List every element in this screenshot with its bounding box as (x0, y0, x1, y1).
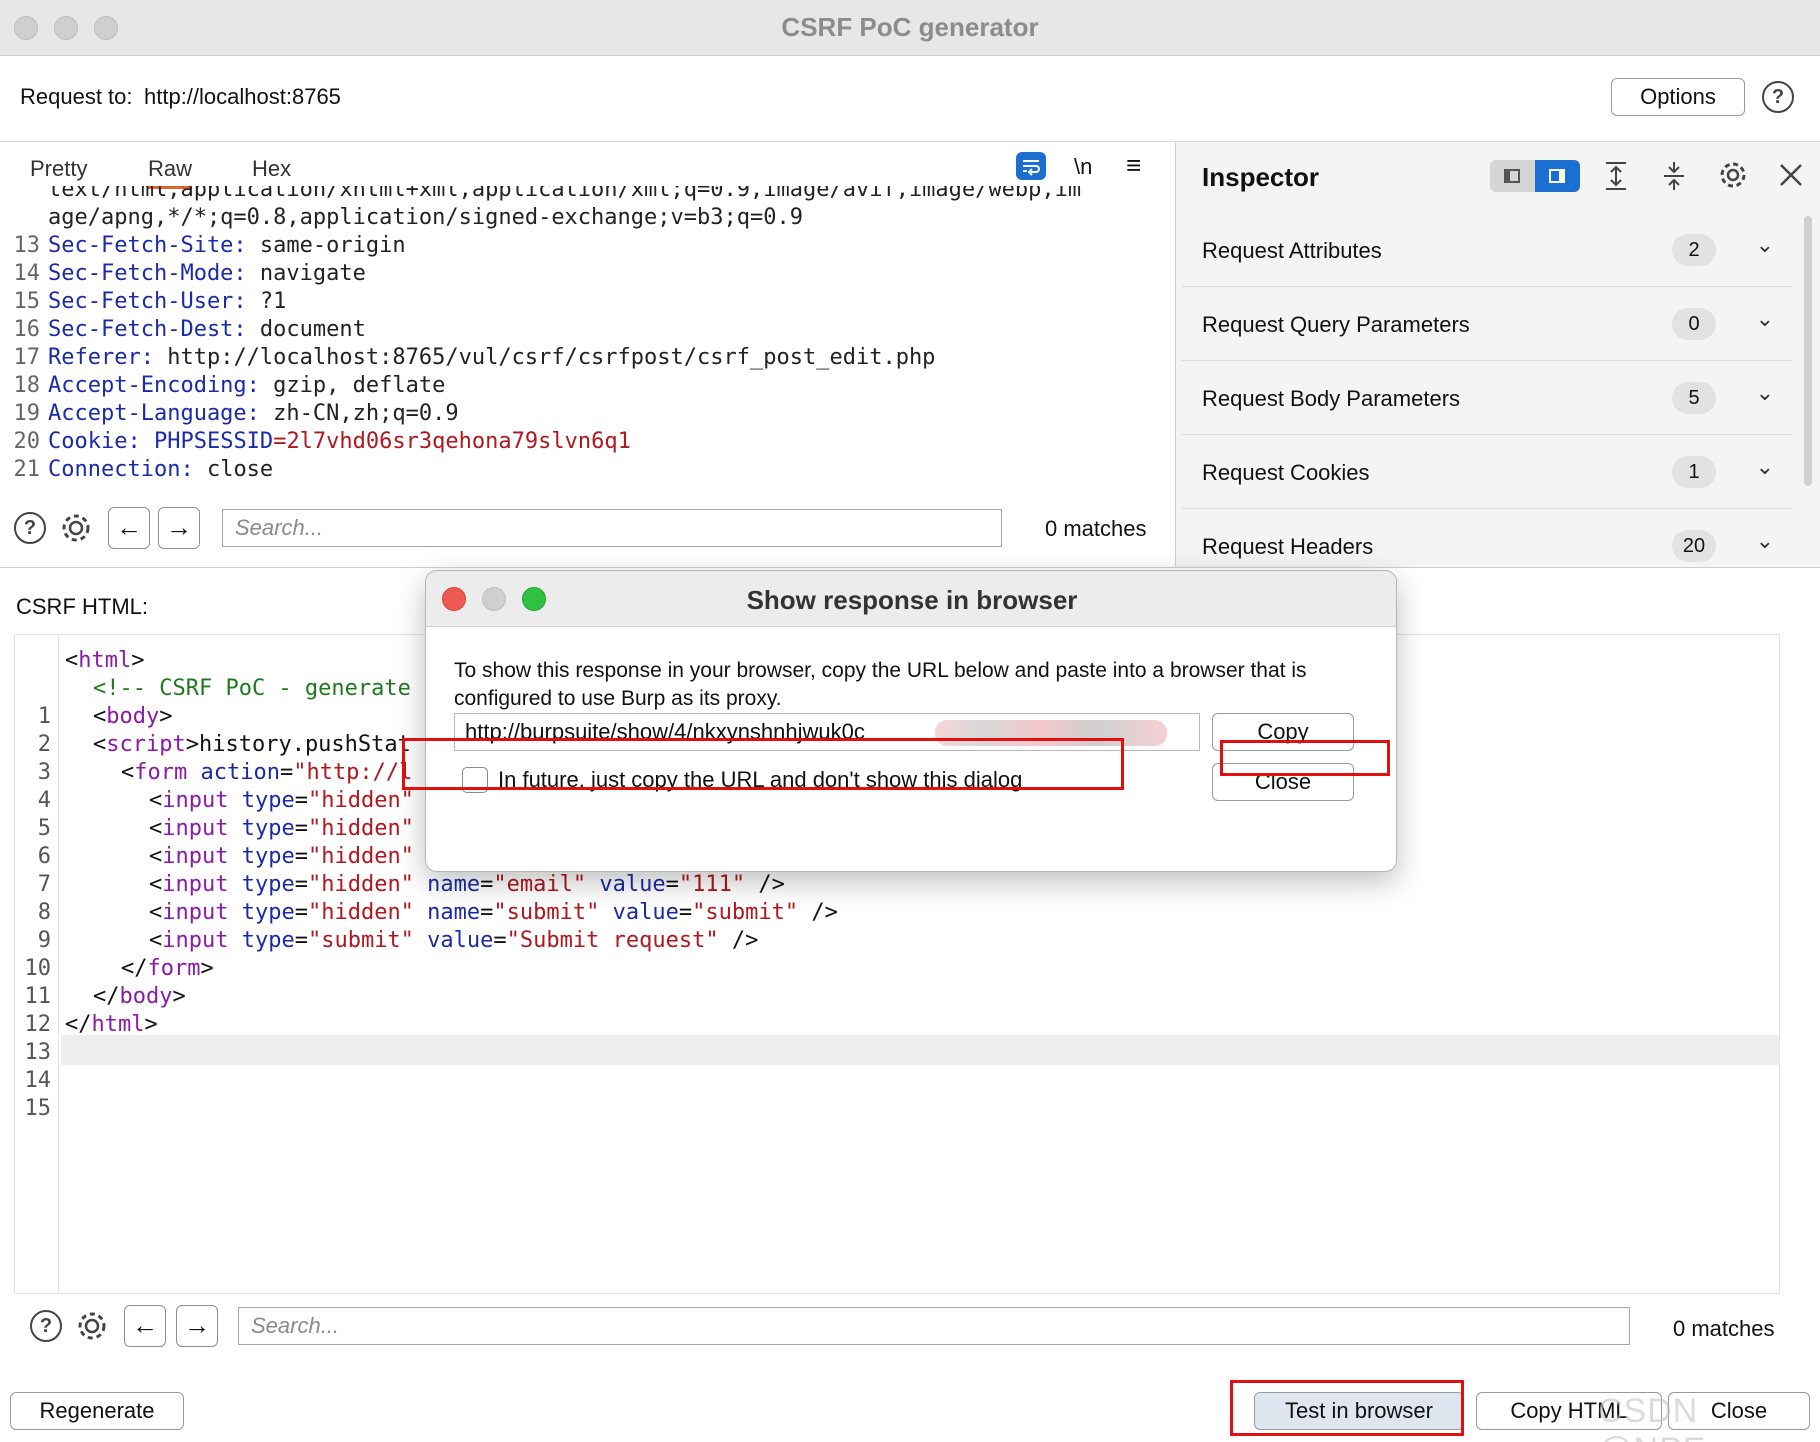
request-code-view[interactable]: text/html,application/xhtml+xml,applicat… (0, 186, 1156, 508)
code-line: <input type="hidden" (149, 788, 414, 813)
expand-all-icon[interactable] (1602, 160, 1630, 192)
close-icon[interactable] (1776, 160, 1806, 190)
inspector-row-request-attributes[interactable]: Request Attributes 2 ⌄ (1182, 214, 1792, 287)
bottom-button-bar: Regenerate Test in browser Copy HTML Clo… (0, 1370, 1820, 1442)
request-editor-panel: Pretty Raw Hex \n ≡ text/html,applicatio… (0, 142, 1176, 567)
count-badge: 0 (1672, 308, 1716, 340)
code-line: <input type="hidden" name="email" value=… (149, 872, 785, 897)
inspector-panel: Inspector Request Attributes 2 ⌄ Request Q… (1176, 142, 1820, 567)
request-matches-count: 0 matches (1045, 516, 1147, 541)
layout-right-icon[interactable] (1535, 160, 1580, 192)
highlight-box-copy (1220, 740, 1390, 776)
menu-icon[interactable]: ≡ (1126, 150, 1141, 181)
help-icon[interactable]: ? (30, 1310, 62, 1342)
inspector-row-headers[interactable]: Request Headers 20 ⌄ (1182, 510, 1792, 567)
chevron-down-icon[interactable]: ⌄ (1756, 454, 1774, 480)
count-badge: 5 (1672, 382, 1716, 414)
inspector-row-cookies[interactable]: Request Cookies 1 ⌄ (1182, 436, 1792, 509)
gear-icon[interactable] (58, 510, 94, 546)
code-line: <body> (93, 704, 173, 729)
code-line: <input type="hidden" (149, 816, 414, 841)
layout-left-icon[interactable] (1490, 160, 1535, 192)
inspector-title: Inspector (1202, 162, 1320, 192)
highlight-box-url (402, 738, 1124, 790)
gear-icon[interactable] (74, 1308, 110, 1344)
dialog-titlebar: Show response in browser (426, 571, 1396, 627)
request-bar: Request to: http://localhost:8765 Option… (0, 56, 1820, 142)
previous-match-button[interactable]: ← (124, 1305, 166, 1347)
count-badge: 1 (1672, 456, 1716, 488)
next-match-button[interactable]: → (158, 507, 200, 549)
help-icon[interactable]: ? (14, 512, 46, 544)
highlight-box-test-in-browser (1230, 1380, 1464, 1436)
settings-icon[interactable] (1716, 158, 1750, 192)
regenerate-button[interactable]: Regenerate (10, 1392, 184, 1430)
code-line: </html> (65, 1012, 158, 1037)
window-title: CSRF PoC generator (781, 12, 1039, 42)
code-line: <script>history.pushStat (93, 732, 411, 757)
html-matches-count: 0 matches (1673, 1316, 1775, 1341)
collapse-all-icon[interactable] (1660, 160, 1688, 192)
request-to-label: Request to: (20, 84, 133, 109)
tab-raw[interactable]: Raw (148, 156, 193, 189)
help-icon[interactable]: ? (1762, 81, 1794, 113)
tab-pretty[interactable]: Pretty (30, 156, 87, 182)
inspector-row-body-parameters[interactable]: Request Body Parameters 5 ⌄ (1182, 362, 1792, 435)
csrf-html-label: CSRF HTML: (16, 594, 148, 619)
chevron-down-icon[interactable]: ⌄ (1756, 306, 1774, 332)
inspector-row-query-parameters[interactable]: Request Query Parameters 0 ⌄ (1182, 288, 1792, 361)
newline-icon[interactable]: \n (1074, 154, 1092, 180)
tab-hex[interactable]: Hex (252, 156, 291, 182)
options-button[interactable]: Options (1611, 78, 1745, 116)
current-line-highlight (61, 1035, 1779, 1065)
dialog-title: Show response in browser (746, 585, 1078, 615)
code-line: <input type="submit" value="Submit reque… (149, 928, 759, 953)
code-line: <input type="hidden" (149, 844, 414, 869)
chevron-down-icon[interactable]: ⌄ (1756, 232, 1774, 258)
window-titlebar: CSRF PoC generator (0, 0, 1820, 56)
pane-divider[interactable] (0, 567, 1820, 568)
html-search-input[interactable]: Search... (238, 1307, 1630, 1345)
chevron-down-icon[interactable]: ⌄ (1756, 380, 1774, 406)
previous-match-button[interactable]: ← (108, 507, 150, 549)
dialog-message: To show this response in your browser, c… (454, 659, 1307, 710)
request-url: http://localhost:8765 (144, 84, 341, 109)
wrap-icon[interactable] (1016, 152, 1046, 180)
csrf-poc-generator-window: CSRF PoC generator Request to: http://lo… (0, 0, 1820, 1442)
code-line: <input type="hidden" name="submit" value… (149, 900, 838, 925)
next-match-button[interactable]: → (176, 1305, 218, 1347)
request-search-input[interactable]: Search... (222, 509, 1002, 547)
editor-tabs: Pretty Raw Hex \n ≡ (0, 142, 1176, 189)
count-badge: 20 (1672, 530, 1716, 562)
watermark: CSDN @NPE~ (1598, 1392, 1726, 1442)
code-line: <form action="http://l (121, 760, 413, 785)
layout-toggle[interactable] (1490, 160, 1580, 192)
code-line: </body> (93, 984, 186, 1009)
code-line: </form> (121, 956, 214, 981)
code-line: <!-- CSRF PoC - generate (93, 676, 411, 701)
chevron-down-icon[interactable]: ⌄ (1756, 528, 1774, 554)
line-numbers: 1 2 3 4 5 6 7 8 9 10 11 12 13 14 15 (24, 704, 52, 1121)
show-response-dialog: Show response in browser To show this re… (425, 570, 1397, 872)
count-badge: 2 (1672, 234, 1716, 266)
code-line: <html> (65, 648, 145, 673)
inspector-scrollbar[interactable] (1804, 216, 1812, 486)
